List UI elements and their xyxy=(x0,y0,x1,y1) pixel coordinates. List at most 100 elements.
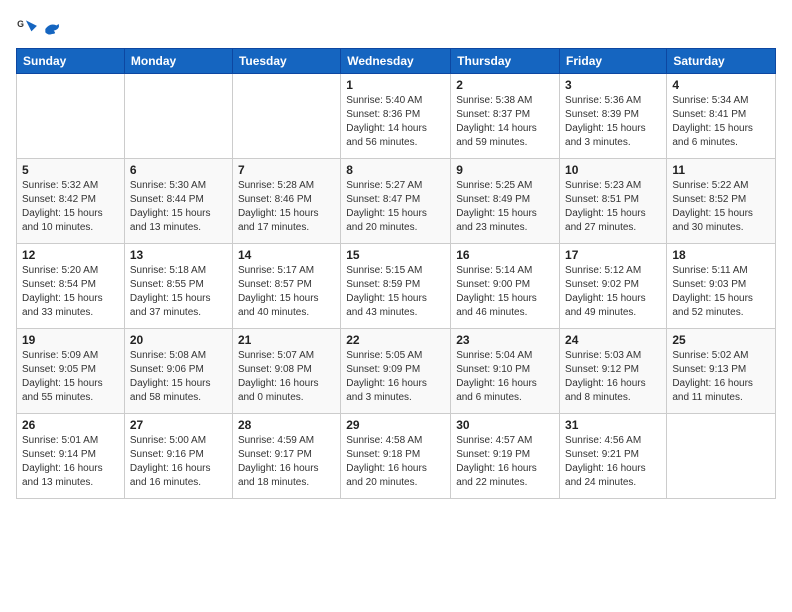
day-number: 26 xyxy=(22,418,119,432)
calendar-week-row: 12 Sunrise: 5:20 AM Sunset: 8:54 PM Dayli… xyxy=(17,244,776,329)
logo: G xyxy=(16,16,64,38)
day-info: Sunrise: 5:22 AM Sunset: 8:52 PM Dayligh… xyxy=(672,179,770,235)
calendar-cell: 6 Sunrise: 5:30 AM Sunset: 8:44 PM Daylig… xyxy=(124,159,232,244)
calendar-cell: 20Sunrise: 5:08 AM Sunset: 9:06 PM Dayli… xyxy=(124,329,232,414)
calendar-cell: 26 Sunrise: 5:01 AM Sunset: 9:14 PM Dayli… xyxy=(17,414,125,499)
day-info: Sunrise: 5:15 AM Sunset: 8:59 PM Dayligh… xyxy=(346,264,445,320)
calendar-cell: 25 Sunrise: 5:02 AM Sunset: 9:13 PM Dayli… xyxy=(667,329,776,414)
day-info: Sunrise: 5:18 AM Sunset: 8:55 PM Dayligh… xyxy=(130,264,227,320)
day-info: Sunrise: 5:34 AM Sunset: 8:41 PM Dayligh… xyxy=(672,94,770,150)
calendar-cell xyxy=(232,74,340,159)
day-number: 5 xyxy=(22,163,119,177)
calendar-cell xyxy=(17,74,125,159)
day-info: Sunrise: 5:01 AM Sunset: 9:14 PM Dayligh… xyxy=(22,434,119,490)
day-info: Sunrise: 5:03 AM Sunset: 9:12 PM Dayligh… xyxy=(565,349,661,405)
weekday-header: Monday xyxy=(124,49,232,74)
day-number: 20 xyxy=(130,333,227,347)
calendar-cell: 14Sunrise: 5:17 AM Sunset: 8:57 PM Dayli… xyxy=(232,244,340,329)
day-info: Sunrise: 4:59 AM Sunset: 9:17 PM Dayligh… xyxy=(238,434,335,490)
calendar-cell: 24 Sunrise: 5:03 AM Sunset: 9:12 PM Dayli… xyxy=(560,329,667,414)
day-number: 21 xyxy=(238,333,335,347)
calendar-cell: 18 Sunrise: 5:11 AM Sunset: 9:03 PM Dayli… xyxy=(667,244,776,329)
weekday-header: Sunday xyxy=(17,49,125,74)
day-number: 14 xyxy=(238,248,335,262)
day-number: 31 xyxy=(565,418,661,432)
calendar-cell: 28 Sunrise: 4:59 AM Sunset: 9:17 PM Dayli… xyxy=(232,414,340,499)
day-number: 30 xyxy=(456,418,554,432)
calendar-cell: 10 Sunrise: 5:23 AM Sunset: 8:51 PM Dayli… xyxy=(560,159,667,244)
calendar-cell xyxy=(124,74,232,159)
day-info: Sunrise: 5:02 AM Sunset: 9:13 PM Dayligh… xyxy=(672,349,770,405)
calendar-table: SundayMondayTuesdayWednesdayThursdayFrid… xyxy=(16,48,776,499)
day-number: 28 xyxy=(238,418,335,432)
calendar-cell: 29 Sunrise: 4:58 AM Sunset: 9:18 PM Dayli… xyxy=(341,414,451,499)
day-info: Sunrise: 5:20 AM Sunset: 8:54 PM Dayligh… xyxy=(22,264,119,320)
day-number: 29 xyxy=(346,418,445,432)
calendar-cell: 5Sunrise: 5:32 AM Sunset: 8:42 PM Daylig… xyxy=(17,159,125,244)
svg-text:G: G xyxy=(17,19,24,29)
day-info: Sunrise: 5:30 AM Sunset: 8:44 PM Dayligh… xyxy=(130,179,227,235)
day-number: 4 xyxy=(672,78,770,92)
logo-bird-icon xyxy=(42,20,62,38)
day-info: Sunrise: 4:58 AM Sunset: 9:18 PM Dayligh… xyxy=(346,434,445,490)
calendar-cell: 2Sunrise: 5:38 AM Sunset: 8:37 PM Daylig… xyxy=(451,74,560,159)
day-info: Sunrise: 5:28 AM Sunset: 8:46 PM Dayligh… xyxy=(238,179,335,235)
day-number: 6 xyxy=(130,163,227,177)
calendar-week-row: 1 Sunrise: 5:40 AM Sunset: 8:36 PM Daylig… xyxy=(17,74,776,159)
day-info: Sunrise: 5:12 AM Sunset: 9:02 PM Dayligh… xyxy=(565,264,661,320)
calendar-header-row: SundayMondayTuesdayWednesdayThursdayFrid… xyxy=(17,49,776,74)
calendar-week-row: 26 Sunrise: 5:01 AM Sunset: 9:14 PM Dayli… xyxy=(17,414,776,499)
calendar-cell: 11 Sunrise: 5:22 AM Sunset: 8:52 PM Dayli… xyxy=(667,159,776,244)
day-number: 15 xyxy=(346,248,445,262)
calendar-cell: 13 Sunrise: 5:18 AM Sunset: 8:55 PM Dayli… xyxy=(124,244,232,329)
weekday-header: Tuesday xyxy=(232,49,340,74)
day-number: 22 xyxy=(346,333,445,347)
day-number: 17 xyxy=(565,248,661,262)
day-info: Sunrise: 5:11 AM Sunset: 9:03 PM Dayligh… xyxy=(672,264,770,320)
day-info: Sunrise: 5:05 AM Sunset: 9:09 PM Dayligh… xyxy=(346,349,445,405)
day-info: Sunrise: 5:09 AM Sunset: 9:05 PM Dayligh… xyxy=(22,349,119,405)
day-info: Sunrise: 4:56 AM Sunset: 9:21 PM Dayligh… xyxy=(565,434,661,490)
calendar-cell: 27 Sunrise: 5:00 AM Sunset: 9:16 PM Dayli… xyxy=(124,414,232,499)
day-number: 11 xyxy=(672,163,770,177)
day-info: Sunrise: 5:23 AM Sunset: 8:51 PM Dayligh… xyxy=(565,179,661,235)
calendar-cell: 4 Sunrise: 5:34 AM Sunset: 8:41 PM Daylig… xyxy=(667,74,776,159)
day-info: Sunrise: 5:14 AM Sunset: 9:00 PM Dayligh… xyxy=(456,264,554,320)
day-number: 10 xyxy=(565,163,661,177)
day-number: 9 xyxy=(456,163,554,177)
day-number: 12 xyxy=(22,248,119,262)
day-number: 25 xyxy=(672,333,770,347)
day-number: 2 xyxy=(456,78,554,92)
calendar-cell: 17 Sunrise: 5:12 AM Sunset: 9:02 PM Dayli… xyxy=(560,244,667,329)
logo-icon: G xyxy=(16,16,38,38)
calendar-cell: 9 Sunrise: 5:25 AM Sunset: 8:49 PM Daylig… xyxy=(451,159,560,244)
day-number: 8 xyxy=(346,163,445,177)
day-info: Sunrise: 5:07 AM Sunset: 9:08 PM Dayligh… xyxy=(238,349,335,405)
day-info: Sunrise: 5:04 AM Sunset: 9:10 PM Dayligh… xyxy=(456,349,554,405)
calendar-cell: 1 Sunrise: 5:40 AM Sunset: 8:36 PM Daylig… xyxy=(341,74,451,159)
day-number: 24 xyxy=(565,333,661,347)
day-number: 16 xyxy=(456,248,554,262)
day-number: 27 xyxy=(130,418,227,432)
calendar-cell: 16 Sunrise: 5:14 AM Sunset: 9:00 PM Dayli… xyxy=(451,244,560,329)
day-number: 19 xyxy=(22,333,119,347)
calendar-week-row: 5Sunrise: 5:32 AM Sunset: 8:42 PM Daylig… xyxy=(17,159,776,244)
weekday-header: Thursday xyxy=(451,49,560,74)
day-info: Sunrise: 5:40 AM Sunset: 8:36 PM Dayligh… xyxy=(346,94,445,150)
calendar-cell: 8Sunrise: 5:27 AM Sunset: 8:47 PM Daylig… xyxy=(341,159,451,244)
calendar-cell: 22 Sunrise: 5:05 AM Sunset: 9:09 PM Dayli… xyxy=(341,329,451,414)
calendar-cell: 3Sunrise: 5:36 AM Sunset: 8:39 PM Daylig… xyxy=(560,74,667,159)
calendar-cell: 15 Sunrise: 5:15 AM Sunset: 8:59 PM Dayli… xyxy=(341,244,451,329)
day-number: 7 xyxy=(238,163,335,177)
calendar-cell: 19 Sunrise: 5:09 AM Sunset: 9:05 PM Dayli… xyxy=(17,329,125,414)
day-number: 13 xyxy=(130,248,227,262)
day-number: 1 xyxy=(346,78,445,92)
weekday-header: Friday xyxy=(560,49,667,74)
day-number: 23 xyxy=(456,333,554,347)
weekday-header: Wednesday xyxy=(341,49,451,74)
calendar-cell: 7 Sunrise: 5:28 AM Sunset: 8:46 PM Daylig… xyxy=(232,159,340,244)
day-info: Sunrise: 5:00 AM Sunset: 9:16 PM Dayligh… xyxy=(130,434,227,490)
calendar-cell: 23 Sunrise: 5:04 AM Sunset: 9:10 PM Dayli… xyxy=(451,329,560,414)
day-info: Sunrise: 5:25 AM Sunset: 8:49 PM Dayligh… xyxy=(456,179,554,235)
day-number: 18 xyxy=(672,248,770,262)
